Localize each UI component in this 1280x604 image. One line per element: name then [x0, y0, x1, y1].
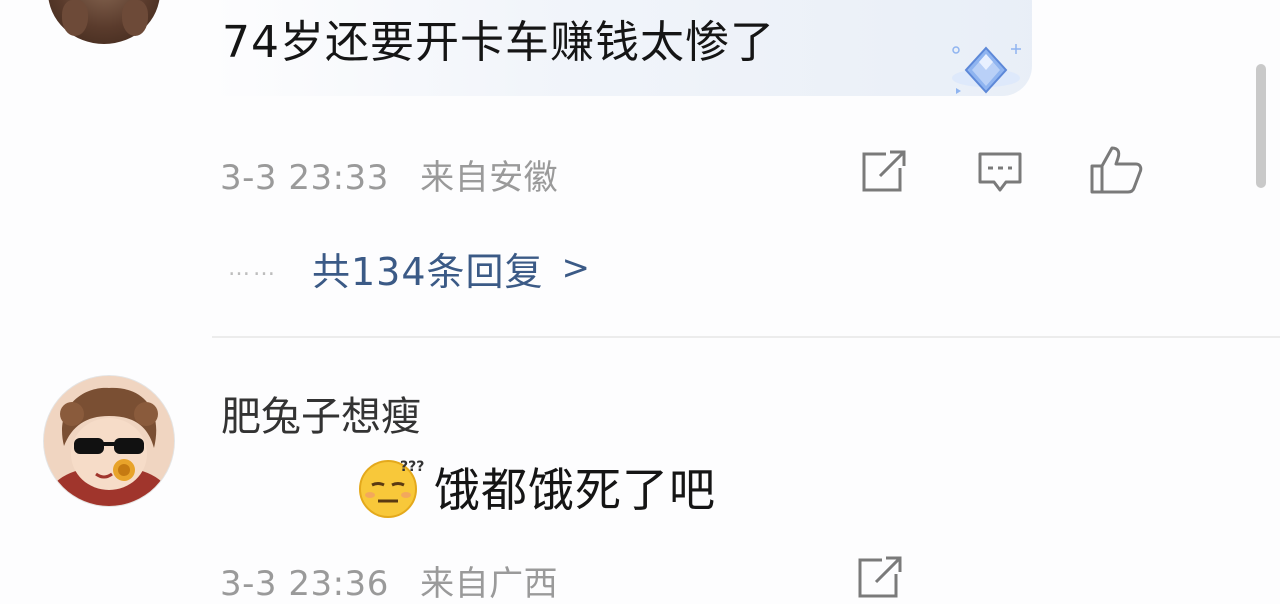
comment-thread: 74岁还要开卡车赚钱太惨了 3-3 23:33 来自安徽 …… 共134条回复 … — [0, 0, 1280, 604]
comment-location: 来自安徽 — [420, 158, 559, 198]
comment-time: 3-3 23:36 — [220, 564, 389, 604]
comment-location: 来自广西 — [420, 564, 559, 604]
comment-meta: 3-3 23:36 来自广西 — [220, 556, 558, 604]
chevron-right-icon: > — [561, 248, 591, 288]
replies-link[interactable]: 共134条回复 — [312, 241, 544, 296]
scrollbar[interactable] — [1256, 64, 1266, 188]
avatar-ear-right — [122, 0, 148, 36]
confused-face-emoji-icon: ??? — [356, 455, 428, 519]
thumbs-up-icon[interactable] — [1088, 144, 1144, 200]
avatar[interactable] — [48, 0, 160, 44]
comment-text: 饿都饿死了吧 — [434, 463, 716, 517]
avatar[interactable] — [44, 376, 174, 506]
share-icon[interactable] — [856, 556, 904, 604]
share-icon[interactable] — [860, 150, 908, 198]
comment-icon[interactable] — [976, 150, 1024, 198]
comment-body: ??? 饿都饿死了吧 — [356, 452, 716, 522]
comment-meta: 3-3 23:33 来自安徽 — [220, 150, 558, 199]
comment-time: 3-3 23:33 — [220, 158, 389, 198]
view-replies[interactable]: …… 共134条回复 > — [228, 241, 591, 296]
svg-text:???: ??? — [400, 459, 424, 475]
divider — [212, 336, 1280, 338]
avatar-ear-left — [62, 0, 88, 36]
replies-dots: …… — [228, 255, 278, 281]
comment-text: 74岁还要开卡车赚钱太惨了 — [222, 17, 775, 68]
username[interactable]: 肥兔子想瘦 — [221, 384, 421, 442]
diamond-badge-icon — [948, 42, 1024, 98]
